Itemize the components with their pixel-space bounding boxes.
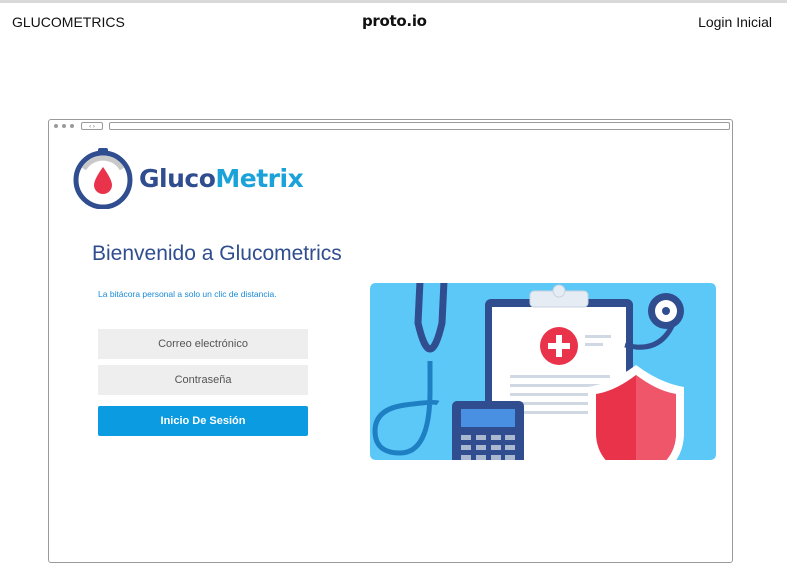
window-dot	[62, 124, 66, 128]
medical-cross-icon	[540, 327, 578, 365]
window-dot	[70, 124, 74, 128]
url-bar[interactable]	[109, 122, 730, 130]
browser-frame: ‹ › GlucoMetrix Bienvenido a Glucometric…	[48, 119, 733, 563]
browser-nav-buttons[interactable]: ‹ ›	[81, 122, 103, 130]
app-header: GLUCOMETRICS proto.io Login Inicial	[0, 3, 787, 43]
logo-wordmark: GlucoMetrix	[139, 164, 304, 193]
browser-chrome: ‹ ›	[49, 120, 732, 133]
page-title: Bienvenido a Glucometrics	[92, 242, 342, 265]
login-button[interactable]: Inicio De Sesión	[98, 406, 308, 436]
brand-logo[interactable]: proto.io	[362, 12, 427, 30]
page-subtitle: La bitácora personal a solo un clic de d…	[98, 289, 277, 299]
logo-text-metrix: Metrix	[215, 164, 304, 193]
email-field[interactable]	[98, 329, 308, 359]
login-link[interactable]: Login Inicial	[698, 14, 772, 30]
glucometer-logo-icon	[73, 148, 133, 209]
window-dot	[54, 124, 58, 128]
app-name: GLUCOMETRICS	[12, 14, 125, 30]
medical-illustration	[370, 283, 716, 460]
calculator-icon	[452, 401, 524, 460]
password-field[interactable]	[98, 365, 308, 395]
logo-text-gluco: Gluco	[139, 164, 216, 193]
